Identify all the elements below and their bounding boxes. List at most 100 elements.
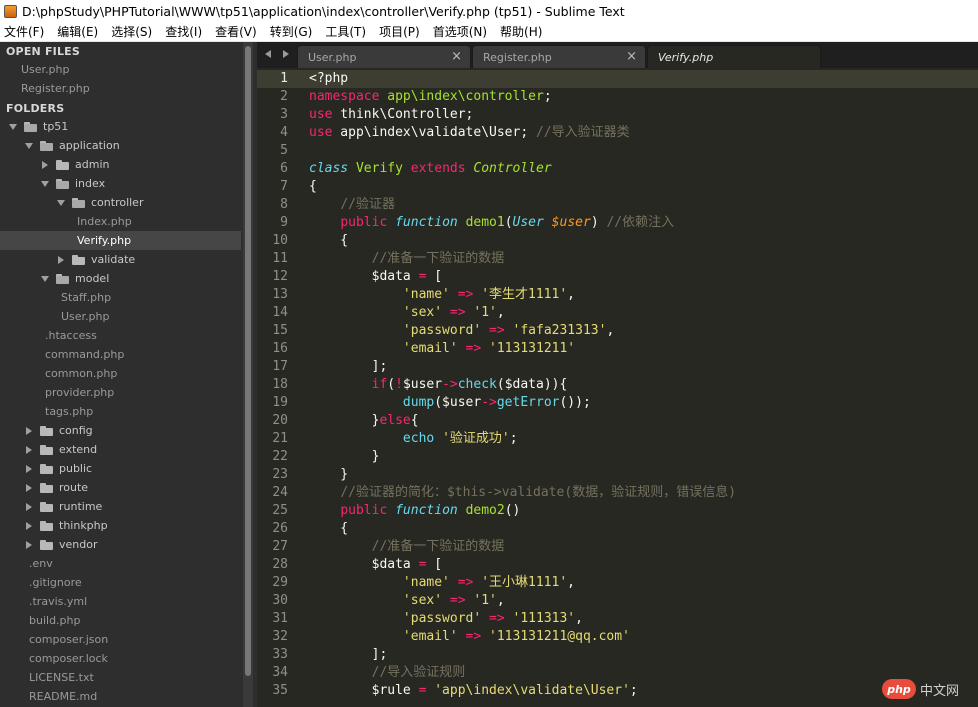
code-line[interactable]: 'email' => '113131211' [309, 340, 575, 358]
file-tree-item[interactable]: build.php [0, 611, 241, 630]
file-tree-item[interactable]: composer.json [0, 630, 241, 649]
file-tree-item[interactable]: README.md [0, 687, 241, 706]
folder-tree-item[interactable]: vendor [0, 535, 241, 554]
code-line[interactable]: } [309, 448, 380, 466]
editor-tab[interactable]: Verify.php [647, 45, 821, 68]
file-tree-item[interactable]: Staff.php [0, 288, 241, 307]
file-tree-item[interactable]: .travis.yml [0, 592, 241, 611]
tab-scroll-right-icon[interactable] [281, 49, 291, 59]
code-line[interactable]: //导入验证规则 [309, 664, 466, 682]
file-tree-item[interactable]: command.php [0, 345, 241, 364]
folder-tree-item[interactable]: config [0, 421, 241, 440]
code-line[interactable]: public function demo2() [309, 502, 520, 520]
code-line[interactable]: { [309, 232, 348, 250]
code-line[interactable]: $data = [ [309, 268, 442, 286]
folder-tree-item[interactable]: extend [0, 440, 241, 459]
code-line[interactable]: //验证器 [309, 196, 395, 214]
disclosure-right-icon[interactable] [24, 540, 34, 550]
folder-tree-item[interactable]: application [0, 136, 241, 155]
code-line[interactable]: //准备一下验证的数据 [309, 250, 505, 268]
tab-close-icon[interactable]: × [451, 50, 462, 63]
code-line[interactable]: 'sex' => '1', [309, 304, 505, 322]
disclosure-down-icon[interactable] [24, 141, 34, 151]
code-line[interactable]: }else{ [309, 412, 419, 430]
folder-tree-item[interactable]: admin [0, 155, 241, 174]
code-line[interactable]: $data = [ [309, 556, 442, 574]
code-line[interactable]: $rule = 'app\index\validate\User'; [309, 682, 638, 700]
sidebar-scrollbar-thumb[interactable] [245, 46, 251, 676]
folder-tree-item[interactable]: index [0, 174, 241, 193]
file-tree-item[interactable]: .htaccess [0, 326, 241, 345]
disclosure-right-icon[interactable] [24, 445, 34, 455]
menu-item[interactable]: 文件(F) [4, 23, 44, 40]
disclosure-right-icon[interactable] [24, 521, 34, 531]
folder-tree-item[interactable]: controller [0, 193, 241, 212]
code-line[interactable]: use app\index\validate\User; //导入验证器类 [309, 124, 630, 142]
editor-tab[interactable]: User.php × [297, 45, 471, 68]
file-tree-item[interactable]: composer.lock [0, 649, 241, 668]
code-line[interactable]: 'name' => '王小琳1111', [309, 574, 575, 592]
disclosure-right-icon[interactable] [24, 483, 34, 493]
menu-item[interactable]: 转到(G) [270, 23, 313, 40]
tab-close-icon[interactable]: × [626, 50, 637, 63]
menu-item[interactable]: 编辑(E) [57, 23, 98, 40]
tab-scroll-left-icon[interactable] [265, 49, 275, 59]
code-line[interactable]: 'password' => 'fafa231313', [309, 322, 614, 340]
menu-item[interactable]: 项目(P) [379, 23, 420, 40]
code-line[interactable]: <?php [309, 70, 348, 88]
open-file-item[interactable]: User.php [0, 60, 241, 79]
disclosure-right-icon[interactable] [24, 464, 34, 474]
menu-item[interactable]: 查看(V) [215, 23, 257, 40]
code-line[interactable]: ]; [309, 358, 388, 376]
code-line[interactable]: 'sex' => '1', [309, 592, 505, 610]
code-line[interactable]: //验证器的简化：$this->validate(数据，验证规则，错误信息) [309, 484, 736, 502]
code-line[interactable]: ]; [309, 646, 388, 664]
folder-tree-item[interactable]: thinkphp [0, 516, 241, 535]
folder-tree-item[interactable]: runtime [0, 497, 241, 516]
disclosure-right-icon[interactable] [56, 255, 66, 265]
file-tree-item[interactable]: Index.php [0, 212, 241, 231]
file-tree-item[interactable]: .gitignore [0, 573, 241, 592]
code-line[interactable]: class Verify extends Controller [309, 160, 552, 178]
code-line[interactable]: if(!$user->check($data)){ [309, 376, 568, 394]
file-tree-item[interactable]: Verify.php [0, 231, 241, 250]
file-tree-item[interactable]: tags.php [0, 402, 241, 421]
open-file-item[interactable]: Register.php [0, 79, 241, 98]
disclosure-down-icon[interactable] [40, 179, 50, 189]
disclosure-down-icon[interactable] [56, 198, 66, 208]
disclosure-right-icon[interactable] [24, 426, 34, 436]
file-tree-item[interactable]: .env [0, 554, 241, 573]
folder-tree-item[interactable]: model [0, 269, 241, 288]
folder-tree-item[interactable]: route [0, 478, 241, 497]
code-line[interactable]: use think\Controller; [309, 106, 473, 124]
disclosure-down-icon[interactable] [40, 274, 50, 284]
code-line[interactable]: { [309, 520, 348, 538]
folder-tree-item[interactable]: tp51 [0, 117, 241, 136]
menu-item[interactable]: 查找(I) [165, 23, 202, 40]
code-line[interactable]: 'email' => '113131211@qq.com' [309, 628, 630, 646]
editor-tab[interactable]: Register.php × [472, 45, 646, 68]
code-line[interactable]: 'name' => '李生才1111', [309, 286, 575, 304]
code-line[interactable]: 'password' => '111313', [309, 610, 583, 628]
code-line[interactable]: namespace app\index\controller; [309, 88, 552, 106]
file-tree-item[interactable]: common.php [0, 364, 241, 383]
file-tree-item[interactable]: User.php [0, 307, 241, 326]
menu-item[interactable]: 首选项(N) [433, 23, 487, 40]
file-tree-item[interactable]: LICENSE.txt [0, 668, 241, 687]
folder-tree-item[interactable]: public [0, 459, 241, 478]
code-line[interactable]: { [309, 178, 317, 196]
code-line[interactable]: } [309, 466, 348, 484]
folder-tree-item[interactable]: validate [0, 250, 241, 269]
code-line[interactable]: echo '验证成功'; [309, 430, 518, 448]
code-line[interactable]: public function demo1(User $user) //依赖注入 [309, 214, 674, 232]
file-tree-item[interactable]: provider.php [0, 383, 241, 402]
code-editor[interactable]: 1 2 3 4 5 6 7 8 9 10 11 12 13 14 15 16 17 18 19 20 21 22 23 24 2… [257, 68, 978, 707]
menu-item[interactable]: 选择(S) [111, 23, 152, 40]
disclosure-right-icon[interactable] [40, 160, 50, 170]
code-line[interactable]: //准备一下验证的数据 [309, 538, 505, 556]
code-line[interactable]: dump($user->getError()); [309, 394, 591, 412]
disclosure-down-icon[interactable] [8, 122, 18, 132]
disclosure-right-icon[interactable] [24, 502, 34, 512]
menu-item[interactable]: 帮助(H) [500, 23, 542, 40]
menu-item[interactable]: 工具(T) [325, 23, 366, 40]
